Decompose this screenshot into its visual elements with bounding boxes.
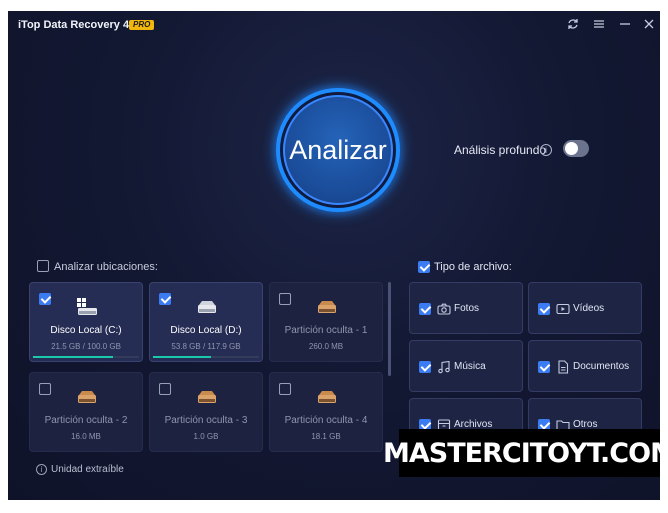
drive-name: Partición oculta - 2 [44,415,128,426]
scan-locations-checkbox[interactable] [37,260,49,272]
drive-usage-fill [33,356,113,358]
close-icon[interactable] [642,17,656,31]
drive-card-c[interactable]: Disco Local (C:) 21.5 GB / 100.0 GB [29,282,143,362]
drive-usage-bar [153,356,259,358]
file-type-label: Fotos [454,303,480,314]
drive-name: Partición oculta - 4 [284,415,368,426]
removable-drive-link[interactable]: i Unidad extraíble [36,464,124,475]
hidden-partition-icon [198,391,216,403]
drive-card-hidden-2[interactable]: Partición oculta - 2 16.0 MB [29,372,143,452]
drive-usage-fill [153,356,211,358]
windows-drive-icon [77,298,97,315]
drive-size: 1.0 GB [193,432,219,441]
drive-checkbox[interactable] [39,383,51,395]
drive-icon [198,301,216,313]
drive-size: 18.1 GB [311,432,341,441]
drive-name: Partición oculta - 3 [164,415,248,426]
file-types-checkbox[interactable] [418,261,430,273]
drive-card-hidden-4[interactable]: Partición oculta - 4 18.1 GB [269,372,383,452]
drive-name: Disco Local (C:) [50,325,122,336]
drive-checkbox[interactable] [279,383,291,395]
drive-size: 21.5 GB / 100.0 GB [51,342,121,351]
file-type-documents[interactable]: Documentos [528,340,642,392]
app-title: iTop Data Recovery 4.4 [18,19,139,31]
menu-icon[interactable] [592,17,606,31]
drive-checkbox[interactable] [159,383,171,395]
camera-icon [437,303,451,315]
file-type-music[interactable]: Música [409,340,523,392]
drive-size: 53.8 GB / 117.9 GB [171,342,241,351]
file-type-label: Vídeos [573,303,605,314]
scan-button[interactable]: Analizar [283,95,393,205]
file-type-checkbox[interactable] [419,303,431,315]
removable-drive-label: Unidad extraíble [51,464,124,475]
file-type-label: Música [454,361,486,372]
scan-locations-label: Analizar ubicaciones: [54,261,158,273]
file-type-checkbox[interactable] [419,361,431,373]
file-type-checkbox[interactable] [538,361,550,373]
video-icon [556,303,570,315]
hidden-partition-icon [78,391,96,403]
document-icon [558,360,569,374]
refresh-icon[interactable] [566,17,580,31]
locations-scrollbar[interactable] [388,282,391,376]
file-type-label: Documentos [573,361,630,372]
drive-name: Partición oculta - 1 [284,325,368,336]
info-icon[interactable]: i [540,144,552,156]
music-icon [438,360,450,374]
pro-badge: PRO [129,20,155,30]
hidden-partition-icon [318,391,336,403]
hidden-partition-icon [318,301,336,313]
app-window: iTop Data Recovery 4.4 PRO Analizar Anál… [8,11,660,500]
deep-scan-label: Análisis profundo [454,143,547,157]
drive-name: Disco Local (D:) [170,325,242,336]
minimize-icon[interactable] [618,17,632,31]
drive-card-hidden-1[interactable]: Partición oculta - 1 260.0 MB [269,282,383,362]
toggle-knob [565,142,578,155]
drive-size: 260.0 MB [308,342,344,351]
file-type-photos[interactable]: Fotos [409,282,523,334]
drive-checkbox[interactable] [39,293,51,305]
deep-scan-toggle[interactable] [563,140,589,157]
title-bar: iTop Data Recovery 4.4 PRO [8,11,660,39]
watermark: MASTERCITOYT.COM [383,429,668,477]
file-type-videos[interactable]: Vídeos [528,282,642,334]
drive-card-d[interactable]: Disco Local (D:) 53.8 GB / 117.9 GB [149,282,263,362]
file-type-checkbox[interactable] [538,303,550,315]
drive-checkbox[interactable] [279,293,291,305]
file-types-label: Tipo de archivo: [434,261,512,273]
drive-size: 16.0 MB [71,432,101,441]
info-icon: i [36,464,47,475]
drive-checkbox[interactable] [159,293,171,305]
drive-usage-bar [33,356,139,358]
drive-card-hidden-3[interactable]: Partición oculta - 3 1.0 GB [149,372,263,452]
